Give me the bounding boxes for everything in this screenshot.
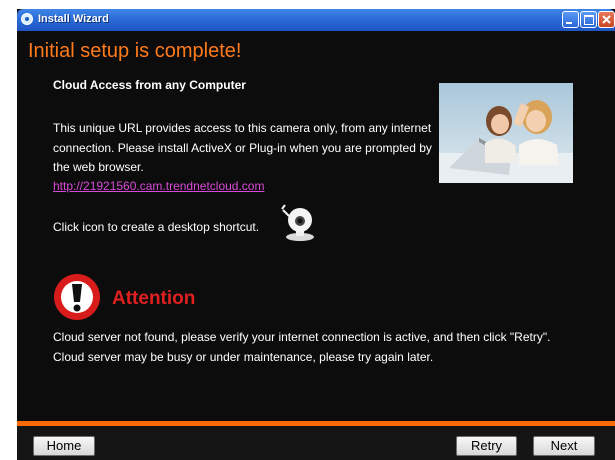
app-icon xyxy=(21,13,33,25)
page-heading: Initial setup is complete! xyxy=(28,40,242,62)
next-button[interactable]: Next xyxy=(533,436,595,456)
footer-bar xyxy=(17,426,615,460)
close-icon xyxy=(602,15,611,24)
alert-title: Attention xyxy=(112,288,196,309)
cloud-url-link[interactable]: http://21921560.cam.trendnetcloud.com xyxy=(53,179,264,193)
title-bar[interactable]: Install Wizard xyxy=(17,9,615,31)
minimize-button[interactable] xyxy=(562,11,579,28)
section-title: Cloud Access from any Computer xyxy=(53,78,246,92)
description-text: This unique URL provides access to this … xyxy=(53,121,432,174)
alert-message-line1: Cloud server not found, please verify yo… xyxy=(53,330,551,344)
camera-icon[interactable] xyxy=(279,202,319,242)
exclamation-icon xyxy=(54,274,100,320)
retry-button[interactable]: Retry xyxy=(456,436,517,456)
shortcut-instruction: Click icon to create a desktop shortcut. xyxy=(53,220,260,234)
alert-message-line2: Cloud server may be busy or under mainte… xyxy=(53,350,434,364)
window-title: Install Wizard xyxy=(38,13,109,25)
install-wizard-window: Install Wizard Initial setup is complete… xyxy=(17,9,615,460)
close-button[interactable] xyxy=(598,11,615,28)
home-button[interactable]: Home xyxy=(33,436,95,456)
photo-image xyxy=(439,83,573,183)
maximize-button[interactable] xyxy=(580,11,597,28)
